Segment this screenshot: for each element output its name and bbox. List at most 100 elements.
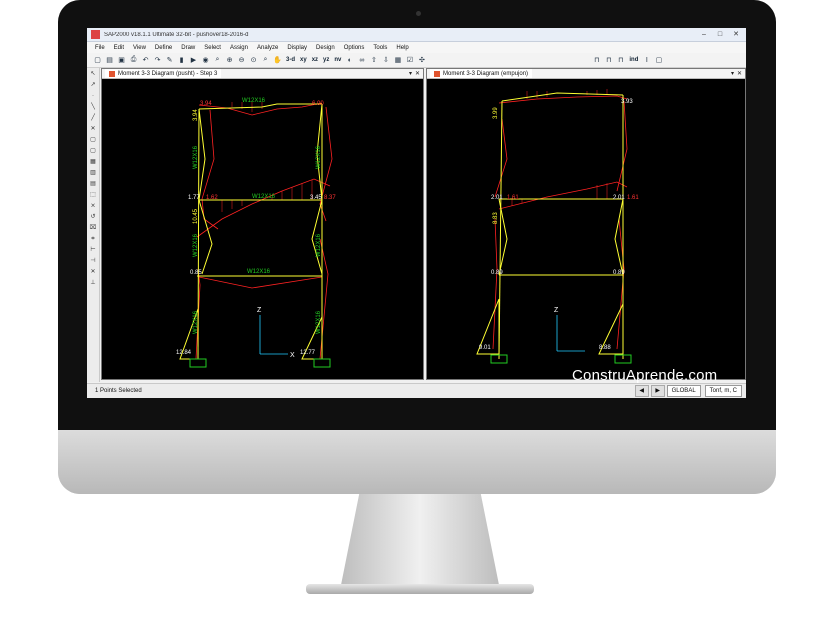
column-label-left-1: W12X16 bbox=[193, 145, 199, 169]
pane-menu-icon[interactable]: ▾ bbox=[409, 70, 412, 77]
tab-moment-pusht[interactable]: Moment 3-3 Diagram (pusht) - Step 3 bbox=[105, 69, 222, 78]
pane-menu-icon[interactable]: ▾ bbox=[731, 70, 734, 77]
perspective-icon[interactable]: ◐ bbox=[345, 56, 354, 65]
axis-z-label: Z bbox=[554, 307, 559, 314]
undo-icon[interactable]: ↶ bbox=[141, 56, 150, 65]
menu-assign[interactable]: Assign bbox=[230, 45, 248, 51]
view-3d-button[interactable]: 3-d bbox=[285, 57, 296, 63]
frame-drawing-left: Z X W12X16 W12X16 W12X16 3.94 6.00 1.77 … bbox=[176, 98, 336, 368]
area-icon[interactable]: ▢ bbox=[89, 136, 97, 144]
link-icon[interactable]: ▥ bbox=[89, 169, 97, 177]
zoom-fit-icon[interactable]: ⊙ bbox=[249, 56, 258, 65]
deformed-shape-icon[interactable]: ✣ bbox=[417, 56, 426, 65]
units-select[interactable]: Tonf, m, C bbox=[704, 385, 742, 397]
portal-icon[interactable]: ⊓ bbox=[616, 56, 625, 65]
menu-help[interactable]: Help bbox=[396, 45, 408, 51]
view-yz-button[interactable]: yz bbox=[322, 57, 330, 63]
menu-select[interactable]: Select bbox=[204, 45, 221, 51]
run-icon[interactable]: ▶ bbox=[189, 56, 198, 65]
pane-close-icon[interactable]: ✕ bbox=[415, 70, 420, 77]
close-button[interactable]: ✕ bbox=[730, 30, 742, 39]
moment-diagram-pane-left[interactable]: Moment 3-3 Diagram (pusht) - Step 3 ▾ ✕ bbox=[101, 68, 424, 380]
section-box-icon[interactable]: ▢ bbox=[654, 56, 663, 65]
point-icon[interactable]: · bbox=[89, 92, 97, 100]
value-mid-left-2: 1.61 bbox=[507, 195, 519, 201]
redo-icon[interactable]: ↷ bbox=[153, 56, 162, 65]
column-label-right-1: W12X16 bbox=[316, 145, 322, 169]
prev-step-button[interactable]: ◀ bbox=[634, 385, 649, 397]
line-icon[interactable]: ╱ bbox=[89, 114, 97, 122]
menu-design[interactable]: Design bbox=[316, 45, 335, 51]
menu-define[interactable]: Define bbox=[155, 45, 172, 51]
new-file-icon[interactable]: ▢ bbox=[93, 56, 102, 65]
ind-button[interactable]: ind bbox=[628, 57, 639, 63]
pane-close-icon[interactable]: ✕ bbox=[737, 70, 742, 77]
moment-diagram-pane-right[interactable]: Moment 3-3 Diagram (empujon) ▾ ✕ Z 3.93 … bbox=[426, 68, 746, 380]
rotate-icon[interactable]: ◉ bbox=[201, 56, 210, 65]
select-all-icon[interactable]: ▤ bbox=[89, 180, 97, 188]
menu-edit[interactable]: Edit bbox=[114, 45, 124, 51]
solid-icon[interactable]: ▦ bbox=[89, 158, 97, 166]
minimize-button[interactable]: – bbox=[698, 30, 710, 39]
beam-label-mid: W12X16 bbox=[252, 194, 276, 200]
value-low-left: 0.85 bbox=[190, 270, 202, 276]
column-label-left-3: W12X16 bbox=[193, 310, 199, 334]
zoom-out-icon[interactable]: ⊖ bbox=[237, 56, 246, 65]
snap-icon[interactable]: ⌗ bbox=[89, 235, 97, 243]
open-file-icon[interactable]: ▤ bbox=[105, 56, 114, 65]
menu-draw[interactable]: Draw bbox=[181, 45, 195, 51]
snap-perp-icon[interactable]: ⊥ bbox=[89, 279, 97, 287]
frame-2-icon[interactable]: ⊓ bbox=[604, 56, 613, 65]
pencil-icon[interactable]: ✎ bbox=[165, 56, 174, 65]
tab-label: Moment 3-3 Diagram (empujon) bbox=[443, 70, 529, 77]
value-mid-right-2: 8.37 bbox=[324, 195, 336, 201]
zoom-restore-icon[interactable]: ⌕ bbox=[261, 56, 270, 65]
next-step-button[interactable]: ▶ bbox=[650, 385, 665, 397]
menu-tools[interactable]: Tools bbox=[373, 45, 387, 51]
snap-int-icon[interactable]: ✕ bbox=[89, 268, 97, 276]
monitor-base bbox=[306, 584, 534, 594]
menu-analyze[interactable]: Analyze bbox=[257, 45, 278, 51]
menu-file[interactable]: File bbox=[95, 45, 105, 51]
clear-icon[interactable]: ⌧ bbox=[89, 224, 97, 232]
snap-end-icon[interactable]: ⊢ bbox=[89, 246, 97, 254]
area-2-icon[interactable]: ▢ bbox=[89, 147, 97, 155]
tab-moment-empujon[interactable]: Moment 3-3 Diagram (empujon) bbox=[430, 69, 533, 78]
workspace: ↖ ↗ · ╲ ╱ ✕ ▢ ▢ ▦ ▥ ▤ ⬚ ⨯ ↺ ⌧ ⌗ ⊢ ⊣ ✕ ⊥ bbox=[87, 68, 746, 382]
beam-label-top: W12X16 bbox=[242, 98, 266, 104]
intersect-icon[interactable]: ⨯ bbox=[89, 202, 97, 210]
left-toolbar: ↖ ↗ · ╲ ╱ ✕ ▢ ▢ ▦ ▥ ▤ ⬚ ⨯ ↺ ⌧ ⌗ ⊢ ⊣ ✕ ⊥ bbox=[87, 68, 100, 382]
coord-system-select[interactable]: GLOBAL bbox=[666, 385, 701, 397]
checkbox-icon[interactable]: ☑ bbox=[405, 56, 414, 65]
menu-display[interactable]: Display bbox=[287, 45, 307, 51]
view-xz-button[interactable]: xz bbox=[311, 57, 319, 63]
reshape-icon[interactable]: ↗ bbox=[89, 81, 97, 89]
print-icon[interactable]: ⎙ bbox=[129, 56, 138, 65]
display-options-icon[interactable]: ▦ bbox=[393, 56, 402, 65]
pointer-icon[interactable]: ↖ bbox=[89, 70, 97, 78]
frame-draw-icon[interactable]: ╲ bbox=[89, 103, 97, 111]
view-nv-button[interactable]: nv bbox=[333, 57, 342, 63]
menu-options[interactable]: Options bbox=[344, 45, 365, 51]
snap-mid-icon[interactable]: ⊣ bbox=[89, 257, 97, 265]
lock-icon[interactable]: ▮ bbox=[177, 56, 186, 65]
zoom-window-icon[interactable]: ⌕ bbox=[213, 56, 222, 65]
pane-header-right: Moment 3-3 Diagram (empujon) ▾ ✕ bbox=[427, 69, 745, 79]
zoom-in-icon[interactable]: ⊕ bbox=[225, 56, 234, 65]
cross-icon[interactable]: ✕ bbox=[89, 125, 97, 133]
save-icon[interactable]: ▣ bbox=[117, 56, 126, 65]
down-arrow-icon[interactable]: ⇩ bbox=[381, 56, 390, 65]
value-top-left-vertical: 3.99 bbox=[493, 107, 499, 119]
restore-icon[interactable]: ↺ bbox=[89, 213, 97, 221]
i-section-icon[interactable]: I bbox=[642, 56, 651, 65]
pan-icon[interactable]: ✋ bbox=[273, 56, 282, 65]
up-arrow-icon[interactable]: ⇧ bbox=[369, 56, 378, 65]
frame-icon[interactable]: ⊓ bbox=[592, 56, 601, 65]
menu-view[interactable]: View bbox=[133, 45, 146, 51]
value-mid-left-2: 1.62 bbox=[206, 195, 218, 201]
glasses-icon[interactable]: ∞ bbox=[357, 56, 366, 65]
select-icon[interactable]: ⬚ bbox=[89, 191, 97, 199]
value-mid-right-2: 1.61 bbox=[627, 195, 639, 201]
view-xy-button[interactable]: xy bbox=[299, 57, 308, 63]
maximize-button[interactable]: □ bbox=[714, 30, 726, 39]
